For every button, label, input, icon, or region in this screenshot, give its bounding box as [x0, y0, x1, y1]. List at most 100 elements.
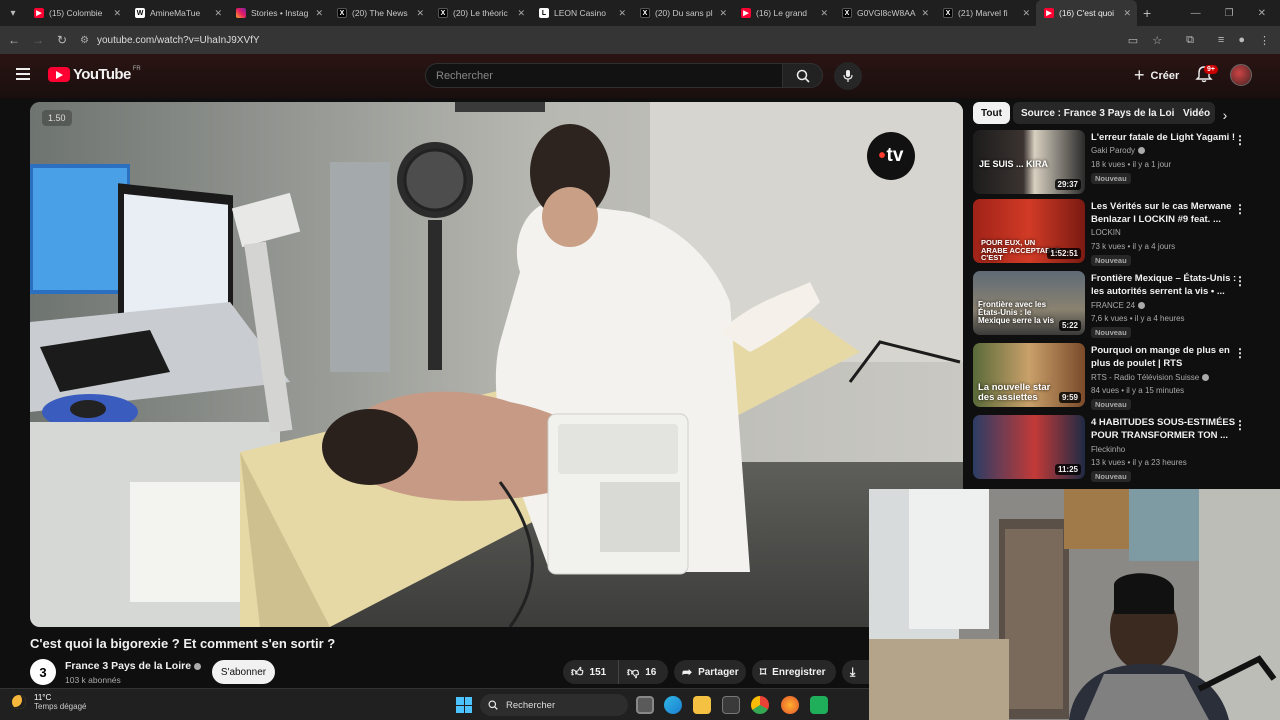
- more-options-icon[interactable]: ⋮: [1234, 133, 1246, 147]
- browser-tab[interactable]: W AmineMaTue ✕: [127, 0, 228, 26]
- moon-icon: [12, 695, 26, 709]
- recommendation-item[interactable]: 11:25 4 HABITUDES SOUS-ESTIMÉES POUR TRA…: [973, 415, 1263, 482]
- dot-icon: •: [878, 144, 886, 167]
- close-icon[interactable]: ✕: [517, 8, 525, 19]
- chip-source[interactable]: Source : France 3 Pays de la Loire: [1013, 102, 1192, 124]
- chrome-icon[interactable]: [751, 696, 769, 714]
- video-thumbnail[interactable]: La nouvelle star des assiettes 9:59: [973, 343, 1085, 407]
- close-icon[interactable]: ✕: [113, 8, 121, 19]
- browser-tab[interactable]: X (21) Marvel fi ✕: [935, 0, 1036, 26]
- browser-tab[interactable]: X (20) Du sans pl ✕: [632, 0, 733, 26]
- close-icon[interactable]: ✕: [315, 8, 323, 19]
- browser-tab-active[interactable]: ▶ (16) C'est quoi ✕: [1036, 0, 1137, 26]
- taskbar-search[interactable]: Rechercher: [480, 694, 628, 716]
- save-button[interactable]: ⌑ Enregistrer: [752, 660, 836, 684]
- more-options-icon[interactable]: ⋮: [1234, 202, 1246, 216]
- browser-tab[interactable]: X (20) The News ✕: [329, 0, 430, 26]
- menu-icon[interactable]: ⋮: [1259, 34, 1270, 47]
- site-info-icon[interactable]: ⚙: [80, 35, 89, 46]
- close-icon[interactable]: ✕: [719, 8, 727, 19]
- more-options-icon[interactable]: ⋮: [1234, 418, 1246, 432]
- new-badge: Nouveau: [1091, 399, 1131, 410]
- dislike-button[interactable]: 👎︎ 16: [618, 660, 668, 684]
- create-button[interactable]: + Créer: [1124, 62, 1189, 90]
- share-button[interactable]: ➦ Partager: [674, 660, 746, 684]
- close-icon[interactable]: ✕: [618, 8, 626, 19]
- voice-search-button[interactable]: [834, 62, 862, 90]
- video-title: Les Vérités sur le cas Merwane Benlazar …: [1091, 201, 1232, 225]
- more-options-icon[interactable]: ⋮: [1234, 274, 1246, 288]
- file-explorer-icon[interactable]: [693, 696, 711, 714]
- back-icon[interactable]: ←: [2, 26, 26, 54]
- browser-tab[interactable]: ▶ (15) Colombie ✕: [26, 0, 127, 26]
- close-icon[interactable]: ✕: [1123, 8, 1131, 19]
- more-options-icon[interactable]: ⋮: [1234, 346, 1246, 360]
- video-player[interactable]: 1.50 • tv: [30, 102, 963, 627]
- close-icon[interactable]: ✕: [820, 8, 828, 19]
- tab-title: AmineMaTue: [150, 8, 201, 18]
- reload-icon[interactable]: ↻: [50, 26, 74, 54]
- bookmark-star-icon[interactable]: ☆: [1152, 34, 1162, 47]
- url-field[interactable]: ⚙ youtube.com/watch?v=UhaInJ9XVfY: [80, 30, 1180, 50]
- subscriber-count: 103 k abonnés: [65, 675, 121, 685]
- chip-all[interactable]: Tout: [973, 102, 1010, 124]
- youtube-logo[interactable]: YouTube FR: [48, 66, 141, 83]
- extensions-icon[interactable]: ⧉: [1186, 34, 1194, 47]
- like-button[interactable]: 👍︎ 151: [563, 660, 618, 684]
- youtube-wordmark: YouTube: [73, 66, 131, 83]
- edge-icon[interactable]: [664, 696, 682, 714]
- recommendation-item[interactable]: JE SUIS ... KIRA 29:37 L'erreur fatale d…: [973, 130, 1263, 196]
- restore-icon[interactable]: ❐: [1225, 8, 1234, 19]
- tab-search-icon[interactable]: ▾: [0, 0, 26, 26]
- channel-avatar[interactable]: 3: [30, 659, 56, 685]
- video-title: L'erreur fatale de Light Yagami !: [1091, 132, 1236, 143]
- channel-name: FRANCE 24: [1091, 301, 1146, 310]
- account-avatar[interactable]: [1230, 64, 1252, 86]
- tab-title: Stories • Instag: [251, 8, 309, 18]
- video-thumbnail[interactable]: POUR EUX, UN ARABE ACCEPTABLE C'EST 1:52…: [973, 199, 1085, 263]
- close-window-icon[interactable]: ✕: [1258, 8, 1266, 19]
- forward-icon[interactable]: →: [26, 26, 50, 54]
- recommendation-item[interactable]: POUR EUX, UN ARABE ACCEPTABLE C'EST 1:52…: [973, 199, 1263, 266]
- close-icon[interactable]: ✕: [1022, 8, 1030, 19]
- new-tab-button[interactable]: +: [1143, 5, 1151, 21]
- task-view-icon[interactable]: [636, 696, 654, 714]
- chip-video[interactable]: Vidéo: [1175, 102, 1215, 124]
- video-title: 4 HABITUDES SOUS-ESTIMÉES POUR TRANSFORM…: [1091, 417, 1236, 441]
- video-thumbnail[interactable]: 11:25: [973, 415, 1085, 479]
- channel-name[interactable]: France 3 Pays de la Loire: [65, 660, 202, 672]
- close-icon[interactable]: ✕: [416, 8, 424, 19]
- video-thumbnail[interactable]: JE SUIS ... KIRA 29:37: [973, 130, 1085, 194]
- profile-icon[interactable]: ●: [1238, 34, 1245, 46]
- search-input[interactable]: Rechercher: [425, 63, 783, 88]
- close-icon[interactable]: ✕: [214, 8, 222, 19]
- hamburger-menu-icon[interactable]: [16, 68, 30, 80]
- toolbar-icons: ▭ ☆ ⧉ ≡ ● ⋮: [1128, 26, 1270, 54]
- firefox-icon[interactable]: [781, 696, 799, 714]
- windows-start-icon[interactable]: [456, 697, 472, 713]
- browser-tab[interactable]: Stories • Instag ✕: [228, 0, 329, 26]
- minimize-icon[interactable]: —: [1191, 8, 1201, 19]
- chevron-right-icon[interactable]: ›: [1214, 104, 1236, 126]
- subscribe-button[interactable]: S'abonner: [212, 660, 275, 684]
- recommendation-item[interactable]: Frontière avec les États-Unis : le Mexiq…: [973, 271, 1263, 338]
- new-badge: Nouveau: [1091, 255, 1131, 266]
- app-icon[interactable]: [810, 696, 828, 714]
- close-icon[interactable]: ✕: [921, 8, 929, 19]
- weather-condition: Temps dégagé: [34, 702, 87, 711]
- sidebar-icon[interactable]: ≡: [1218, 34, 1224, 46]
- browser-tab[interactable]: L LEON Casino ✕: [531, 0, 632, 26]
- store-icon[interactable]: [722, 696, 740, 714]
- video-thumbnail[interactable]: Frontière avec les États-Unis : le Mexiq…: [973, 271, 1085, 335]
- microphone-icon: [843, 70, 853, 82]
- download-button[interactable]: ⤓: [842, 660, 869, 684]
- cast-icon[interactable]: ▭: [1128, 34, 1138, 47]
- search-button[interactable]: [783, 63, 823, 88]
- recommendation-item[interactable]: La nouvelle star des assiettes 9:59 Pour…: [973, 343, 1263, 410]
- browser-tab[interactable]: X G0VGl8cW8AA ✕: [834, 0, 935, 26]
- thumbnail-text: Frontière avec les États-Unis : le Mexiq…: [978, 300, 1055, 325]
- browser-tab[interactable]: X (20) Le théoric ✕: [430, 0, 531, 26]
- browser-tab[interactable]: ▶ (16) Le grand ✕: [733, 0, 834, 26]
- playback-speed-badge: 1.50: [42, 110, 72, 126]
- weather-widget[interactable]: 11°C Temps dégagé: [12, 693, 86, 711]
